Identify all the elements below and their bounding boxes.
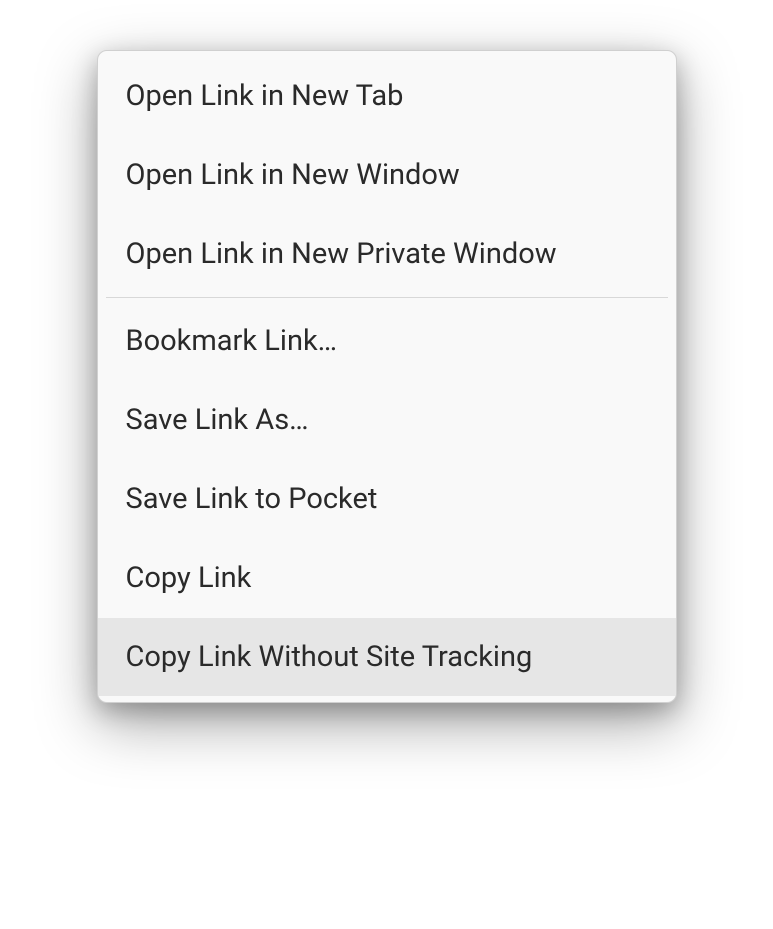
menu-item-open-new-window[interactable]: Open Link in New Window	[98, 136, 676, 215]
menu-item-copy-link-no-tracking[interactable]: Copy Link Without Site Tracking	[98, 618, 676, 697]
menu-item-bookmark-link[interactable]: Bookmark Link…	[98, 302, 676, 381]
menu-item-open-new-tab[interactable]: Open Link in New Tab	[98, 57, 676, 136]
menu-item-copy-link[interactable]: Copy Link	[98, 539, 676, 618]
menu-item-save-link-as[interactable]: Save Link As…	[98, 381, 676, 460]
menu-item-save-to-pocket[interactable]: Save Link to Pocket	[98, 460, 676, 539]
menu-separator	[106, 297, 668, 298]
menu-item-open-private-window[interactable]: Open Link in New Private Window	[98, 215, 676, 294]
link-context-menu: Open Link in New Tab Open Link in New Wi…	[97, 50, 677, 703]
